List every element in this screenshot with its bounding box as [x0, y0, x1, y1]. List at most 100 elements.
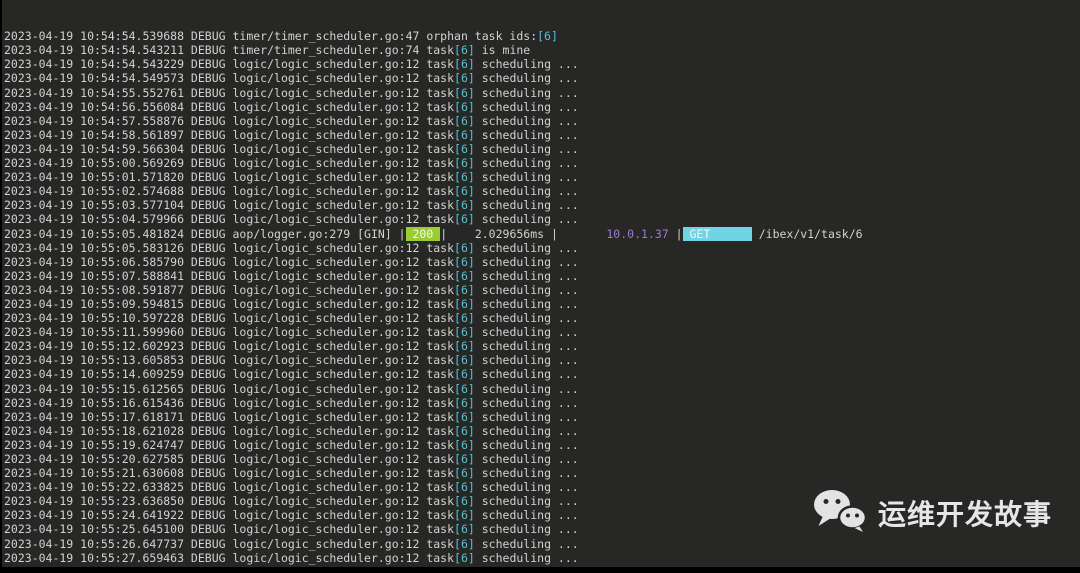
log-line: 2023-04-19 10:55:10.597228 DEBUG logic/l…	[4, 311, 1080, 325]
log-line: 2023-04-19 10:54:54.543211 DEBUG timer/t…	[4, 43, 1080, 57]
log-segment-fg: 2023-04-19 10:54:59.566304 DEBUG logic/l…	[4, 141, 455, 156]
log-segment-cyan: [6]	[454, 466, 475, 481]
log-segment-cyan: [6]	[454, 268, 475, 283]
log-segment-fg: scheduling ...	[474, 508, 579, 523]
log-segment-fg: scheduling ...	[474, 466, 579, 481]
log-segment-fg: 2023-04-19 10:54:54.549573 DEBUG logic/l…	[4, 71, 455, 86]
log-line: 2023-04-19 10:55:07.588841 DEBUG logic/l…	[4, 269, 1080, 283]
log-segment-fg: scheduling ...	[474, 141, 579, 156]
wechat-icon	[812, 488, 868, 537]
log-segment-fg: scheduling ...	[474, 71, 579, 86]
log-line: 2023-04-19 10:55:17.618171 DEBUG logic/l…	[4, 410, 1080, 424]
log-segment-fg: scheduling ...	[474, 480, 579, 495]
log-line: 2023-04-19 10:54:54.543229 DEBUG logic/l…	[4, 57, 1080, 71]
log-segment-fg: 2023-04-19 10:55:10.597228 DEBUG logic/l…	[4, 311, 455, 326]
log-line: 2023-04-19 10:55:16.615436 DEBUG logic/l…	[4, 396, 1080, 410]
left-border	[0, 0, 2, 573]
log-segment-fg: scheduling ...	[474, 127, 579, 142]
log-line: 2023-04-19 10:55:20.627585 DEBUG logic/l…	[4, 452, 1080, 466]
log-line: 2023-04-19 10:55:13.605853 DEBUG logic/l…	[4, 353, 1080, 367]
log-line: 2023-04-19 10:54:57.558876 DEBUG logic/l…	[4, 114, 1080, 128]
log-segment-cyan: [6]	[454, 494, 475, 509]
log-segment-fg: 2023-04-19 10:55:13.605853 DEBUG logic/l…	[4, 353, 455, 368]
log-segment-cyan: [6]	[454, 536, 475, 551]
log-segment-fg: 2023-04-19 10:55:17.618171 DEBUG logic/l…	[4, 409, 455, 424]
log-segment-fg: 2023-04-19 10:55:21.630608 DEBUG logic/l…	[4, 466, 455, 481]
terminal-window: 2023-04-19 10:54:54.539688 DEBUG timer/t…	[0, 0, 1080, 573]
log-segment-fg: 2023-04-19 10:55:08.591877 DEBUG logic/l…	[4, 282, 455, 297]
log-line: 2023-04-19 10:55:03.577104 DEBUG logic/l…	[4, 198, 1080, 212]
log-segment-fg: 2023-04-19 10:55:26.647737 DEBUG logic/l…	[4, 536, 455, 551]
log-segment-cyan: [6]	[454, 381, 475, 396]
log-segment-cyan: [6]	[454, 508, 475, 523]
log-segment-cyan: [6]	[454, 71, 475, 86]
log-segment-fg: scheduling ...	[474, 339, 579, 354]
log-segment-fg: 2023-04-19 10:55:04.579966 DEBUG logic/l…	[4, 212, 455, 227]
log-segment-fg: scheduling ...	[474, 395, 579, 410]
log-segment-fg: 2023-04-19 10:54:58.561897 DEBUG logic/l…	[4, 127, 455, 142]
log-segment-fg: scheduling ...	[474, 240, 579, 255]
log-segment-cyan: [6]	[454, 282, 475, 297]
log-segment-fg: scheduling ...	[474, 268, 579, 283]
watermark-label: 运维开发故事	[877, 498, 1052, 530]
log-segment-fg: 2023-04-19 10:55:23.636850 DEBUG logic/l…	[4, 494, 455, 509]
log-line: 2023-04-19 10:55:18.621028 DEBUG logic/l…	[4, 424, 1080, 438]
log-segment-cyan: [6]	[454, 522, 475, 537]
log-segment-fg: scheduling ...	[474, 325, 579, 340]
log-segment-cyan: [6]	[454, 452, 475, 466]
log-segment-fg: 2023-04-19 10:55:02.574688 DEBUG logic/l…	[4, 184, 455, 199]
log-segment-cyan: [6]	[454, 141, 475, 156]
log-segment-fg: 2023-04-19 10:55:07.588841 DEBUG logic/l…	[4, 268, 455, 283]
log-segment-cyan: [6]	[454, 437, 475, 452]
log-segment-fg: scheduling ...	[474, 170, 579, 185]
log-segment-fg: scheduling ...	[474, 156, 579, 171]
log-line: 2023-04-19 10:55:14.609259 DEBUG logic/l…	[4, 367, 1080, 381]
log-segment-cyan: [6]	[454, 156, 475, 171]
log-segment-cyan: [6]	[454, 43, 475, 58]
log-segment-badge-green: 200	[405, 226, 441, 241]
log-line: 2023-04-19 10:54:54.539688 DEBUG timer/t…	[4, 29, 1080, 43]
log-segment-fg: 2023-04-19 10:55:14.609259 DEBUG logic/l…	[4, 367, 455, 382]
log-segment-fg: scheduling ...	[474, 353, 579, 368]
log-segment-fg: 2023-04-19 10:55:00.569269 DEBUG logic/l…	[4, 156, 455, 171]
log-segment-fg: scheduling ...	[474, 367, 579, 382]
log-segment-fg: scheduling ...	[474, 296, 579, 311]
log-segment-cyan: [6]	[454, 353, 475, 368]
log-segment-cyan: [6]	[454, 254, 475, 269]
log-segment-cyan: [6]	[454, 339, 475, 354]
log-segment-cyan: [6]	[454, 395, 475, 410]
log-segment-fg: 2023-04-19 10:55:27.659463 DEBUG logic/l…	[4, 550, 455, 565]
log-segment-fg: 2023-04-19 10:55:11.599960 DEBUG logic/l…	[4, 325, 455, 340]
log-segment-fg: scheduling ...	[474, 57, 579, 72]
log-line: 2023-04-19 10:54:56.556084 DEBUG logic/l…	[4, 100, 1080, 114]
log-segment-cyan: [6]	[454, 212, 475, 227]
log-lines: 2023-04-19 10:54:54.539688 DEBUG timer/t…	[4, 29, 1080, 567]
log-line: 2023-04-19 10:54:55.552761 DEBUG logic/l…	[4, 86, 1080, 100]
log-segment-fg: 2023-04-19 10:55:03.577104 DEBUG logic/l…	[4, 198, 455, 213]
log-segment-fg: 2023-04-19 10:55:19.624747 DEBUG logic/l…	[4, 437, 455, 452]
log-output[interactable]: 2023-04-19 10:54:54.539688 DEBUG timer/t…	[2, 0, 1080, 567]
log-line: 2023-04-19 10:55:26.647737 DEBUG logic/l…	[4, 537, 1080, 551]
log-segment-cyan: [6]	[454, 170, 475, 185]
log-segment-cyan: [6]	[454, 325, 475, 340]
log-segment-fg: 2023-04-19 10:55:15.612565 DEBUG logic/l…	[4, 381, 455, 396]
log-segment-fg: 2023-04-19 10:55:24.641922 DEBUG logic/l…	[4, 508, 455, 523]
log-segment-fg: scheduling ...	[474, 437, 579, 452]
log-line: 2023-04-19 10:54:59.566304 DEBUG logic/l…	[4, 142, 1080, 156]
log-segment-fg: |	[668, 226, 683, 241]
log-segment-fg: 2023-04-19 10:55:01.571820 DEBUG logic/l…	[4, 170, 455, 185]
log-segment-cyan: [6]	[454, 184, 475, 199]
log-segment-cyan: [6]	[537, 29, 558, 44]
log-segment-cyan: [6]	[454, 480, 475, 495]
log-segment-fg: scheduling ...	[474, 522, 579, 537]
log-segment-fg: scheduling ...	[474, 113, 579, 128]
log-segment-cyan: [6]	[454, 85, 475, 100]
log-segment-fg: 2023-04-19 10:54:54.543229 DEBUG logic/l…	[4, 57, 455, 72]
log-segment-fg: scheduling ...	[474, 381, 579, 396]
log-line: 2023-04-19 10:55:21.630608 DEBUG logic/l…	[4, 466, 1080, 480]
log-segment-cyan: [6]	[454, 240, 475, 255]
log-segment-fg: 2023-04-19 10:55:20.627585 DEBUG logic/l…	[4, 452, 455, 466]
log-segment-cyan: [6]	[454, 423, 475, 438]
terminal-screen[interactable]: 2023-04-19 10:54:54.539688 DEBUG timer/t…	[2, 0, 1080, 567]
log-segment-fg: 2023-04-19 10:54:54.539688 DEBUG timer/t…	[4, 29, 538, 44]
